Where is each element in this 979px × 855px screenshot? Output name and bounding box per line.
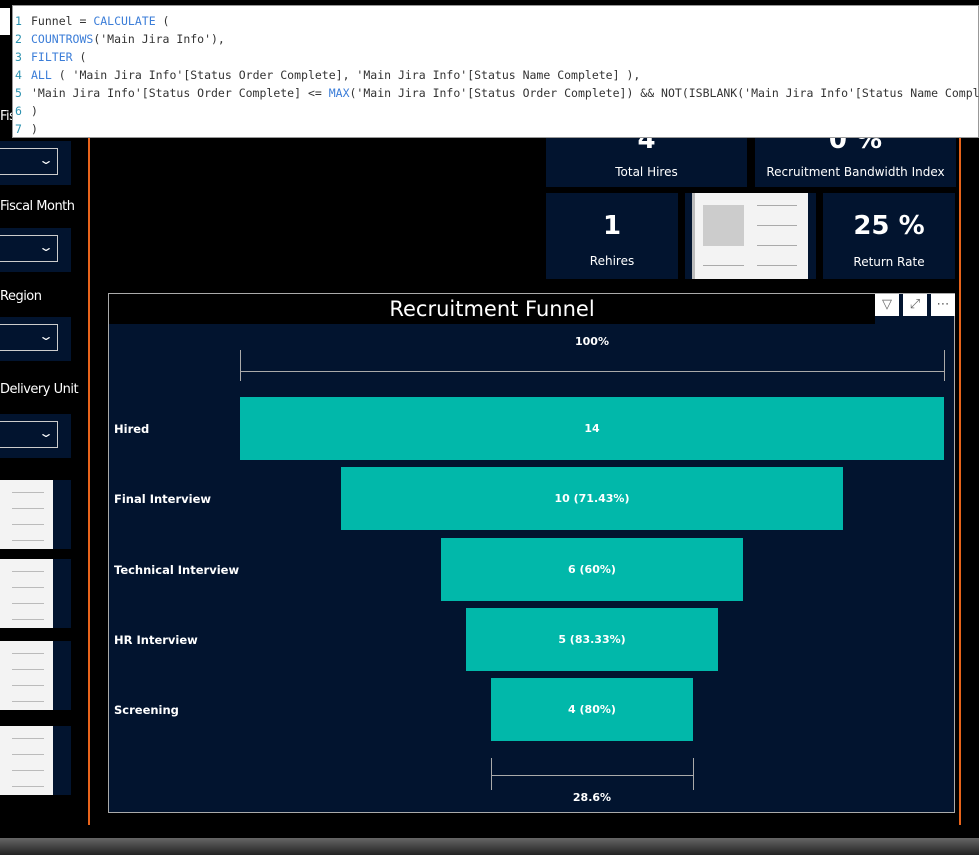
line-number: 5 — [15, 86, 22, 100]
funnel-category-label: Hired — [114, 422, 150, 436]
code-line: 7) — [13, 120, 978, 138]
funnel-data-label: 14 — [584, 422, 600, 435]
divider-line — [959, 130, 961, 825]
code-text: ('Main Jira Info'[Status Order Complete]… — [349, 86, 979, 100]
funnel-data-label: 6 (60%) — [568, 562, 616, 576]
code-text: 'Main Jira Info'[Status Order Complete] … — [31, 86, 329, 100]
funnel-bar[interactable]: 5 (83.33%) — [466, 607, 718, 671]
code-line: 5 'Main Jira Info'[Status Order Complete]… — [13, 84, 979, 102]
status-bar — [0, 838, 979, 855]
code-line: 2 COUNTROWS('Main Jira Info'), — [13, 30, 978, 48]
image-placeholder — [0, 480, 71, 549]
code-keyword: ALL — [31, 68, 52, 82]
dropdown[interactable]: ⌄ — [0, 421, 58, 448]
code-keyword: CALCULATE — [93, 14, 156, 28]
image-placeholder — [685, 193, 816, 279]
funnel-category-label: HR Interview — [114, 632, 198, 647]
code-keyword: FILTER — [31, 50, 73, 64]
slicer-label-fiscal-month: Fiscal Month — [0, 199, 75, 214]
code-text: ('Main Jira Info'), — [93, 32, 225, 46]
funnel-bar[interactable]: 10 (71.43%) — [340, 467, 844, 531]
bottom-percent-label: 28.6% — [572, 791, 612, 804]
funnel-bar[interactable]: 14 — [240, 397, 944, 460]
code-line: 6) — [13, 102, 978, 120]
code-text: Funnel = — [31, 14, 94, 28]
kpi-value: 1 — [602, 211, 622, 241]
top-bracket — [240, 371, 944, 372]
image-placeholder — [0, 726, 71, 795]
funnel-category-label: Technical Interview — [114, 562, 240, 577]
kpi-label: Return Rate — [853, 255, 925, 269]
code-text: ) — [31, 122, 38, 136]
dropdown[interactable]: ⌄ — [0, 148, 58, 175]
line-number: 4 — [15, 68, 22, 82]
kpi-label: Rehires — [589, 254, 635, 268]
code-text: ) — [31, 104, 38, 118]
slicer-fiscal-month[interactable]: ⌄ — [0, 228, 71, 272]
code-text: ( 'Main Jira Info'[Status Order Complete… — [51, 68, 641, 82]
code-line: 4 ALL ( 'Main Jira Info'[Status Order Com… — [13, 66, 978, 84]
slicer-fiscal[interactable]: ⌄ — [0, 141, 71, 185]
line-number: 1 — [15, 14, 22, 28]
code-line: 3 FILTER ( — [13, 48, 978, 66]
chevron-down-icon: ⌄ — [37, 426, 55, 440]
bracket-tick — [944, 350, 945, 381]
dropdown[interactable]: ⌄ — [0, 235, 58, 262]
kpi-return-rate[interactable]: 25 % Return Rate — [823, 193, 955, 279]
bracket-tick — [491, 758, 493, 790]
image-placeholder — [0, 641, 71, 710]
top-percent-label: 100% — [575, 335, 609, 348]
slicer-label-delivery-unit: Delivery Unit — [0, 382, 79, 397]
line-number: 2 — [15, 32, 22, 46]
line-number: 6 — [15, 104, 22, 118]
funnel-bar[interactable]: 6 (60%) — [441, 537, 743, 601]
bracket-tick — [692, 758, 694, 790]
line-number: 3 — [15, 50, 22, 64]
kpi-label: Total Hires — [615, 165, 678, 179]
funnel-category-label: Screening — [114, 703, 179, 718]
kpi-label: Recruitment Bandwidth Index — [766, 165, 945, 179]
code-text: ( — [72, 50, 87, 64]
kpi-rehires[interactable]: 1 Rehires — [546, 193, 678, 279]
recruitment-funnel-visual[interactable]: Recruitment Funnel ▽ ⤢ ⋯ 100% Hired 14 Fina… — [108, 293, 955, 813]
bottom-bracket — [491, 775, 693, 776]
code-line: 1 Funnel = CALCULATE ( — [13, 12, 978, 30]
kpi-value: 25 % — [853, 211, 925, 241]
bracket-tick — [240, 350, 241, 381]
chevron-down-icon: ⌄ — [37, 240, 55, 254]
chevron-down-icon: ⌄ — [37, 329, 55, 343]
code-keyword: MAX — [328, 86, 350, 100]
code-keyword: COUNTROWS — [31, 32, 94, 46]
funnel-data-label: 5 (83.33%) — [558, 632, 626, 646]
slicer-region[interactable]: ⌄ — [0, 317, 71, 361]
divider-line — [88, 90, 90, 825]
slicer-delivery-unit[interactable]: ⌄ — [0, 414, 71, 458]
funnel-data-label: 4 (80%) — [568, 703, 616, 717]
chevron-down-icon: ⌄ — [37, 153, 55, 167]
slicer-label-region: Region — [0, 289, 42, 304]
line-number: 7 — [15, 122, 22, 136]
dax-formula-editor[interactable]: 1 Funnel = CALCULATE (2 COUNTROWS('Main Ji… — [12, 5, 979, 138]
funnel-data-label: 10 (71.43%) — [554, 492, 630, 506]
input-box[interactable] — [0, 8, 10, 35]
funnel-bar[interactable]: 4 (80%) — [491, 678, 693, 742]
dropdown[interactable]: ⌄ — [0, 324, 58, 351]
image-placeholder — [0, 559, 71, 628]
funnel-category-label: Final Interview — [114, 492, 211, 507]
code-text: ( — [155, 14, 170, 28]
